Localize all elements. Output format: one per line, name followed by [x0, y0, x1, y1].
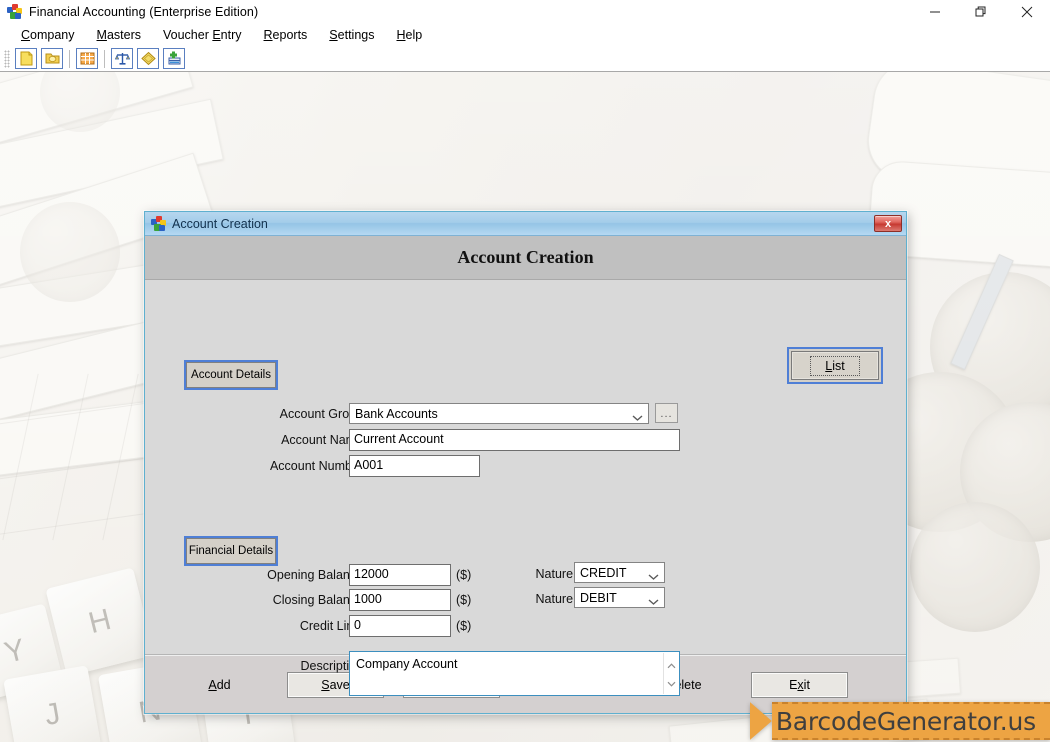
grid-table-icon[interactable]: [76, 48, 98, 69]
diamond-ledger-icon[interactable]: [137, 48, 159, 69]
description-value: Company Account: [356, 657, 458, 671]
add-button[interactable]: Add: [171, 671, 268, 698]
dialog-close-icon[interactable]: x: [874, 215, 902, 232]
menu-item-voucher-entry[interactable]: Voucher Entry: [152, 26, 253, 44]
ribbon-body: BarcodeGenerator.us: [771, 702, 1050, 740]
menu-item-help[interactable]: Help: [385, 26, 433, 44]
menu-label-company: ompany: [30, 28, 75, 42]
app-puzzle-icon: [7, 3, 23, 20]
account-group-browse-button[interactable]: ...: [655, 403, 678, 423]
chevron-down-icon: [632, 410, 643, 421]
minimize-icon[interactable]: [912, 0, 958, 24]
account-group-select[interactable]: Bank Accounts: [349, 403, 649, 424]
add-record-icon[interactable]: [163, 48, 185, 69]
save-button-label: Save: [321, 677, 350, 692]
scroll-up-icon[interactable]: [667, 656, 676, 674]
closing-nature-value: DEBIT: [580, 590, 617, 605]
closing-balance-input[interactable]: 1000: [349, 589, 451, 611]
description-scrollbar[interactable]: [663, 653, 678, 694]
menu-item-company[interactable]: Company: [10, 26, 86, 44]
window-titlebar: Financial Accounting (Enterprise Edition…: [0, 0, 1050, 24]
account-creation-dialog: Account Creation x Account Creation Acco…: [144, 211, 907, 714]
dialog-body: Account Details List Account Group : Ban…: [145, 280, 906, 696]
section-tab-financial-details-label: Financial Details: [186, 538, 276, 564]
dialog-header: Account Creation: [145, 236, 906, 280]
menu-label-help: elp: [405, 28, 423, 42]
section-tab-account-details[interactable]: Account Details: [184, 360, 278, 390]
add-button-label: Add: [208, 677, 231, 692]
opening-balance-unit: ($): [456, 568, 472, 582]
list-button[interactable]: List: [787, 347, 883, 384]
opening-balance-input[interactable]: 12000: [349, 564, 451, 586]
menu-label-voucher-entry: ntry: [220, 28, 242, 42]
credit-limit-unit: ($): [456, 619, 472, 633]
description-textarea[interactable]: Company Account: [349, 651, 680, 696]
exit-button[interactable]: Exit: [751, 671, 848, 698]
chevron-down-icon: [648, 569, 659, 580]
main-window: Financial Accounting (Enterprise Edition…: [0, 0, 1050, 742]
open-folder-icon[interactable]: [41, 48, 63, 69]
credit-limit-input[interactable]: 0: [349, 615, 451, 637]
new-document-icon[interactable]: [15, 48, 37, 69]
watermark-text: BarcodeGenerator.us: [775, 706, 1036, 736]
scroll-down-icon[interactable]: [667, 674, 676, 692]
menu-label-masters: asters: [106, 28, 141, 42]
ribbon-arrow-icon: [749, 702, 772, 740]
dialog-app-icon: [151, 215, 167, 232]
menu-item-reports[interactable]: Reports: [253, 26, 319, 44]
closing-nature-label: Nature :: [535, 592, 580, 606]
desktop-background: H Y J N T Account Creation: [0, 72, 1050, 742]
toolbar-grip[interactable]: [4, 49, 10, 68]
opening-nature-value: CREDIT: [580, 565, 627, 580]
menu-label-settings: ettings: [337, 28, 375, 42]
toolbar-separator: [104, 49, 105, 68]
account-group-value: Bank Accounts: [355, 406, 438, 421]
chevron-down-icon: [648, 594, 659, 605]
menu-item-settings[interactable]: Settings: [318, 26, 385, 44]
list-button-face: List: [791, 351, 879, 380]
exit-button-label: Exit: [789, 677, 810, 692]
list-button-label: List: [810, 355, 860, 376]
menu-label-reports: eports: [272, 28, 308, 42]
dialog-title: Account Creation: [172, 216, 268, 231]
section-tab-financial-details[interactable]: Financial Details: [184, 536, 278, 566]
account-number-input[interactable]: A001: [349, 455, 480, 477]
restore-icon[interactable]: [958, 0, 1004, 24]
menu-item-masters[interactable]: Masters: [86, 26, 152, 44]
window-title: Financial Accounting (Enterprise Edition…: [29, 4, 259, 19]
closing-balance-unit: ($): [456, 593, 472, 607]
page-title: Account Creation: [457, 247, 594, 267]
watermark-ribbon: BarcodeGenerator.us: [749, 702, 1050, 740]
toolbar-separator: [69, 49, 70, 68]
toolbar: [0, 46, 1050, 72]
account-name-input[interactable]: Current Account: [349, 429, 680, 451]
dialog-titlebar: Account Creation x: [145, 212, 906, 236]
balance-scales-icon[interactable]: [111, 48, 133, 69]
opening-nature-select[interactable]: CREDIT: [574, 562, 665, 583]
close-icon[interactable]: [1004, 0, 1050, 24]
menubar: Company Masters Voucher Entry Reports Se…: [0, 24, 1050, 46]
section-tab-account-details-label: Account Details: [186, 362, 276, 388]
window-controls: [912, 0, 1050, 24]
opening-nature-label: Nature :: [535, 567, 580, 581]
closing-nature-select[interactable]: DEBIT: [574, 587, 665, 608]
